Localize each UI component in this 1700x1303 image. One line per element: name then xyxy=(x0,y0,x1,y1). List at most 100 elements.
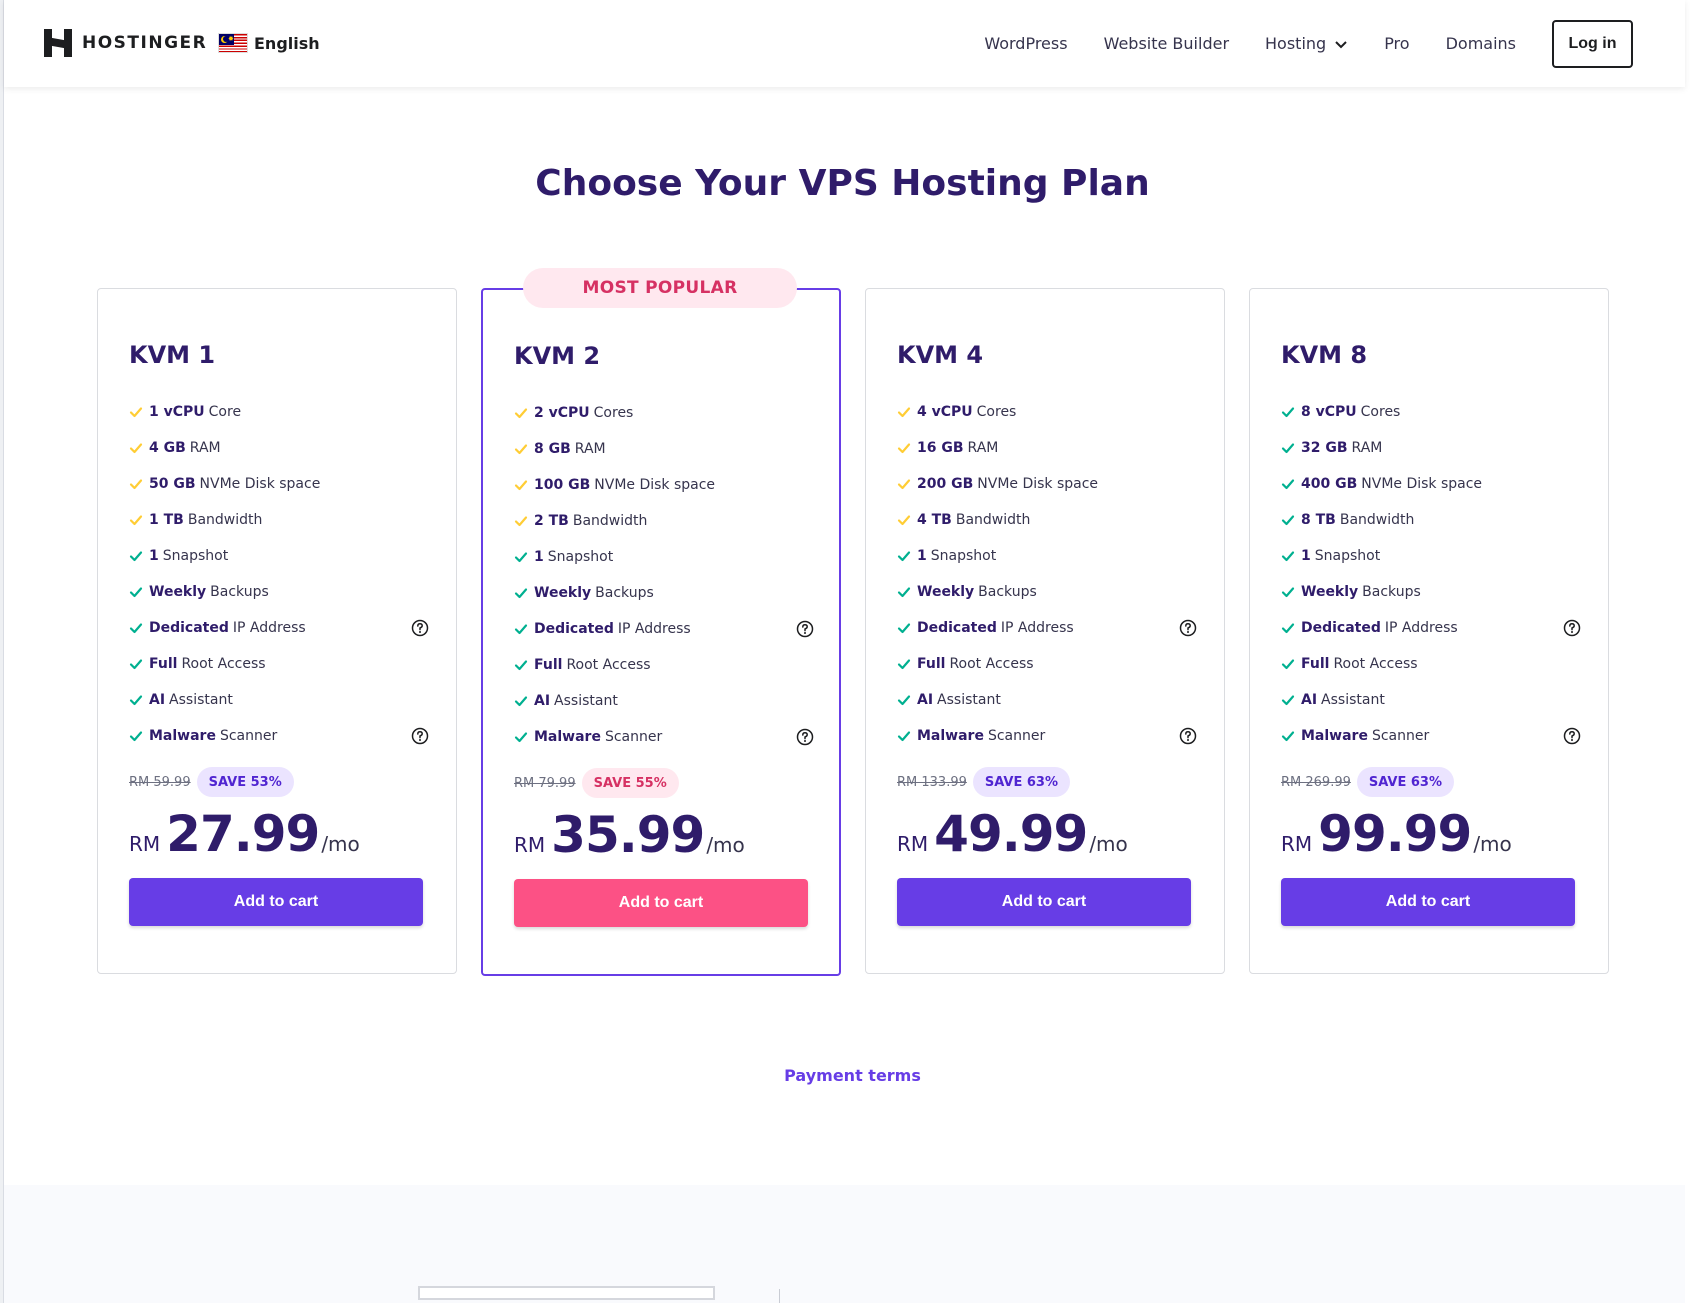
feature-text: Cores xyxy=(593,405,634,421)
payment-terms-link[interactable]: Payment terms xyxy=(0,1066,1700,1085)
feature-text: IP Address xyxy=(617,621,691,637)
feature-bold: 2 vCPU xyxy=(534,405,590,421)
price-amount: 27.99 xyxy=(166,805,320,863)
nav-domains[interactable]: Domains xyxy=(1446,34,1516,53)
feature-bold: 200 GB xyxy=(917,476,974,492)
feature-text: Snapshot xyxy=(1314,548,1381,564)
original-price: RM 133.99 xyxy=(897,774,967,790)
feature-item: AI Assistant xyxy=(129,682,429,718)
price: RM 27.99 /mo xyxy=(129,805,360,863)
feature-item: Dedicated IP Address xyxy=(1281,610,1581,646)
feature-item: 1 Snapshot xyxy=(1281,538,1581,574)
feature-text: Root Access xyxy=(566,657,651,673)
feature-text: Cores xyxy=(1360,404,1401,420)
price-period: /mo xyxy=(1473,832,1512,856)
feature-text: Root Access xyxy=(949,656,1034,672)
feature-bold: Weekly xyxy=(149,584,207,600)
checkmark-icon xyxy=(129,551,143,562)
feature-bold: Weekly xyxy=(1301,584,1359,600)
feature-bold: AI xyxy=(917,692,934,708)
feature-item: Full Root Access xyxy=(1281,646,1581,682)
feature-bold: AI xyxy=(1301,692,1318,708)
help-circle-icon[interactable] xyxy=(411,619,429,637)
feature-item: Full Root Access xyxy=(514,647,814,683)
feature-item: 8 TB Bandwidth xyxy=(1281,502,1581,538)
feature-bold: Malware xyxy=(149,728,216,744)
feature-text: Core xyxy=(208,404,242,420)
feature-text: Scanner xyxy=(1371,728,1430,744)
help-circle-icon[interactable] xyxy=(796,620,814,638)
feature-item: Weekly Backups xyxy=(1281,574,1581,610)
nav-website-builder[interactable]: Website Builder xyxy=(1104,34,1229,53)
feature-bold: Dedicated xyxy=(917,620,997,636)
nav-wordpress[interactable]: WordPress xyxy=(984,34,1067,53)
feature-bold: 2 TB xyxy=(534,513,569,529)
price-currency: RM xyxy=(1281,832,1313,856)
plan-name: KVM 4 xyxy=(897,341,984,369)
language-label: English xyxy=(254,33,320,53)
add-to-cart-button[interactable]: Add to cart xyxy=(897,878,1191,926)
nav-pro[interactable]: Pro xyxy=(1384,34,1409,53)
help-circle-icon[interactable] xyxy=(1179,619,1197,637)
nav-label: WordPress xyxy=(984,34,1068,53)
feature-item: Dedicated IP Address xyxy=(897,610,1197,646)
feature-list: 1 vCPU Core 4 GB RAM 50 GB NVMe Disk space 1 T… xyxy=(129,394,429,754)
feature-item: Weekly Backups xyxy=(129,574,429,610)
feature-text: Backups xyxy=(978,584,1037,600)
price-currency: RM xyxy=(897,832,929,856)
feature-text: Backups xyxy=(210,584,269,600)
add-to-cart-button[interactable]: Add to cart xyxy=(129,878,423,926)
price: RM 35.99 /mo xyxy=(514,806,745,864)
add-to-cart-button[interactable]: Add to cart xyxy=(1281,878,1575,926)
nav-label: Hosting xyxy=(1265,34,1327,53)
help-circle-icon[interactable] xyxy=(1563,619,1581,637)
feature-bold: Malware xyxy=(1301,728,1368,744)
checkmark-icon xyxy=(1281,659,1295,670)
original-price: RM 79.99 xyxy=(514,775,576,791)
save-badge: SAVE 63% xyxy=(1356,767,1454,797)
feature-text: NVMe Disk space xyxy=(1361,476,1483,492)
help-circle-icon[interactable] xyxy=(796,728,814,746)
feature-text: Snapshot xyxy=(162,548,229,564)
login-button[interactable]: Log in xyxy=(1552,19,1633,68)
feature-text: Assistant xyxy=(1321,692,1385,708)
feature-item: Malware Scanner xyxy=(1281,718,1581,754)
feature-item: AI Assistant xyxy=(897,682,1197,718)
main-nav: WordPress Website Builder Hosting Pro Do… xyxy=(948,0,1685,87)
price: RM 99.99 /mo xyxy=(1281,805,1512,863)
price-currency: RM xyxy=(514,833,546,857)
add-to-cart-button[interactable]: Add to cart xyxy=(514,879,808,927)
price-period: /mo xyxy=(321,832,360,856)
checkmark-icon xyxy=(897,659,911,670)
feature-text: RAM xyxy=(574,441,606,457)
save-badge: SAVE 55% xyxy=(581,768,679,798)
checkmark-icon xyxy=(514,624,528,635)
feature-bold: Weekly xyxy=(917,584,975,600)
brand-name: HOSTINGER xyxy=(82,33,208,53)
checkmark-icon xyxy=(897,623,911,634)
nav-label: Domains xyxy=(1445,34,1516,53)
help-circle-icon[interactable] xyxy=(1179,727,1197,745)
malaysia-flag-icon: ✸ xyxy=(218,33,248,53)
nav-hosting[interactable]: Hosting xyxy=(1265,34,1348,53)
feature-bold: 4 vCPU xyxy=(917,404,973,420)
feature-item: 16 GB RAM xyxy=(897,430,1197,466)
language-selector[interactable]: ✸ English xyxy=(218,33,320,53)
feature-item: 8 vCPU Cores xyxy=(1281,394,1581,430)
feature-bold: 1 xyxy=(149,548,159,564)
help-circle-icon[interactable] xyxy=(1563,727,1581,745)
feature-item: 8 GB RAM xyxy=(514,431,814,467)
feature-text: RAM xyxy=(189,440,221,456)
nav-label: Website Builder xyxy=(1103,34,1230,53)
feature-item: 4 TB Bandwidth xyxy=(897,502,1197,538)
price-currency: RM xyxy=(129,832,161,856)
hostinger-logo[interactable]: HOSTINGER xyxy=(44,29,207,57)
checkmark-icon xyxy=(129,659,143,670)
feature-item: Malware Scanner xyxy=(897,718,1197,754)
feature-text: Bandwidth xyxy=(955,512,1031,528)
feature-bold: 1 xyxy=(1301,548,1311,564)
checkmark-icon xyxy=(129,407,143,418)
price: RM 49.99 /mo xyxy=(897,805,1128,863)
help-circle-icon[interactable] xyxy=(411,727,429,745)
feature-item: 50 GB NVMe Disk space xyxy=(129,466,429,502)
